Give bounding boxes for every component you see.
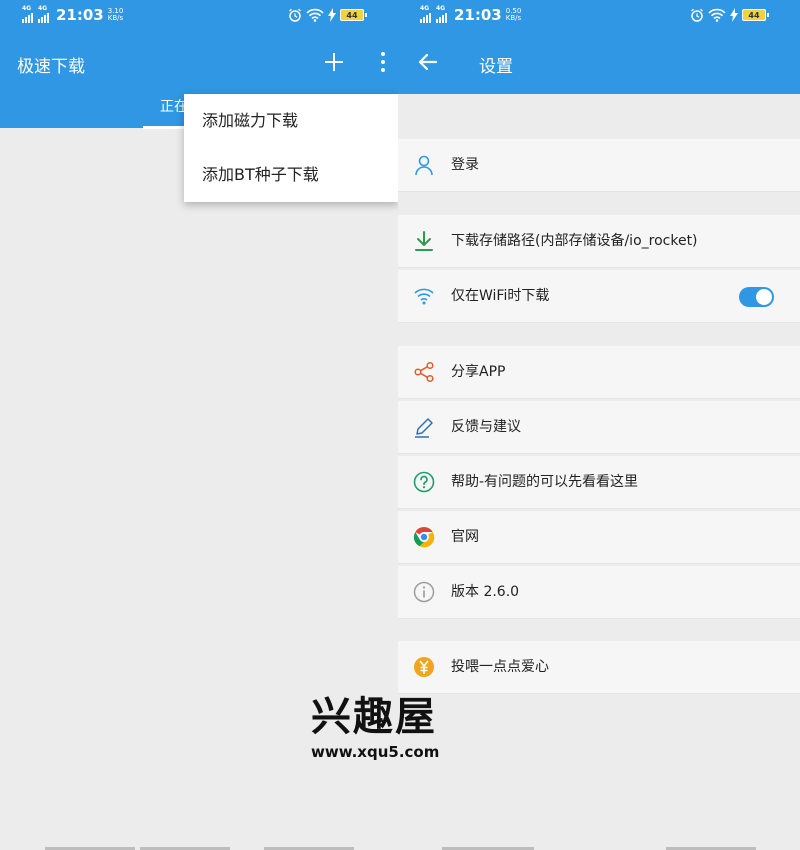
alarm-icon [289, 8, 301, 22]
page-title: 设置 [479, 57, 513, 77]
settings-row-share[interactable]: 分享APP [398, 346, 800, 399]
watermark-logo: 兴趣屋 www.xqu5.com [311, 693, 461, 773]
yen-coin-icon [414, 657, 434, 677]
network-speed: 3.10 KB/s [107, 7, 124, 22]
chrome-icon [413, 527, 435, 548]
settings-row-label: 下载存储路径(内部存储设备/io_rocket) [451, 233, 698, 249]
settings-row-version[interactable]: 版本 2.6.0 [398, 566, 800, 619]
charging-icon [328, 8, 336, 22]
alarm-icon [691, 8, 703, 22]
menu-item-add-bt-torrent[interactable]: 添加BT种子下载 [184, 148, 398, 202]
settings-row-label: 仅在WiFi时下载 [451, 288, 550, 304]
settings-row-help[interactable]: 帮助-有问题的可以先看看这里 [398, 456, 800, 509]
status-bar: 4G 4G 21:03 0.50 KB/s 44 [398, 0, 800, 30]
signal-icon: 4G [436, 6, 447, 23]
battery-icon: 44 [742, 9, 769, 21]
status-time: 21:03 [56, 6, 104, 24]
settings-row-label: 反馈与建议 [451, 419, 521, 435]
battery-icon: 44 [340, 9, 367, 21]
status-time: 21:03 [454, 6, 502, 24]
info-icon [413, 581, 435, 603]
back-arrow-icon[interactable] [416, 50, 440, 74]
share-icon [414, 361, 434, 383]
wifi-only-toggle[interactable] [739, 287, 774, 307]
signal-icon: 4G [22, 6, 33, 23]
charging-icon [730, 8, 738, 22]
settings-row-website[interactable]: 官网 [398, 511, 800, 564]
help-icon [413, 471, 435, 493]
settings-row-label: 官网 [451, 529, 479, 545]
wifi-icon [414, 288, 434, 305]
network-speed: 0.50 KB/s [505, 7, 522, 22]
settings-row-wifi-only[interactable]: 仅在WiFi时下载 [398, 270, 800, 323]
settings-row-feedback[interactable]: 反馈与建议 [398, 401, 800, 454]
watermark-url: www.xqu5.com [311, 743, 440, 761]
wifi-status-icon [708, 8, 726, 22]
settings-row-label: 投喂一点点爱心 [451, 659, 549, 675]
more-options-icon[interactable] [378, 50, 388, 74]
app-title: 极速下载 [17, 57, 85, 77]
watermark-logo-text: 兴趣屋 [311, 694, 437, 740]
signal-icon: 4G [420, 6, 431, 23]
wifi-status-icon [306, 8, 324, 22]
settings-row-label: 帮助-有问题的可以先看看这里 [451, 474, 639, 490]
settings-row-download-path[interactable]: 下载存储路径(内部存储设备/io_rocket) [398, 215, 800, 268]
settings-row-donate[interactable]: 投喂一点点爱心 [398, 641, 800, 694]
settings-row-label: 登录 [451, 157, 479, 173]
add-icon[interactable] [322, 50, 346, 74]
app-bar: 设置 [398, 30, 800, 94]
status-bar: 4G 4G 21:03 3.10 KB/s 44 [0, 0, 398, 30]
person-icon [415, 155, 433, 176]
overflow-menu: 添加磁力下载 添加BT种子下载 [184, 94, 398, 202]
settings-row-login[interactable]: 登录 [398, 139, 800, 192]
settings-row-label: 版本 2.6.0 [451, 584, 520, 600]
settings-row-label: 分享APP [451, 364, 506, 380]
toggle-knob [756, 289, 772, 305]
download-icon [415, 231, 433, 251]
pen-icon [415, 418, 433, 438]
menu-item-add-magnet[interactable]: 添加磁力下载 [184, 94, 398, 148]
signal-icon: 4G [38, 6, 49, 23]
